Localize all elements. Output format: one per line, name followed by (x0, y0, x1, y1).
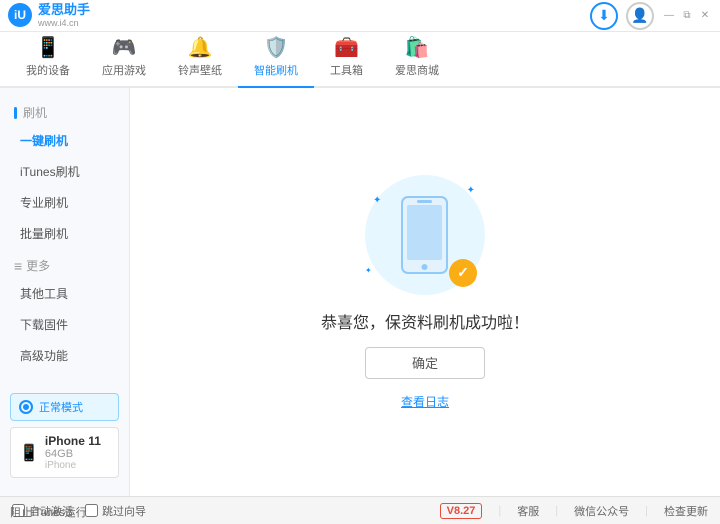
stop-itunes: 阻止iTunes运行 (10, 504, 87, 520)
apps-games-icon: 🎮 (112, 35, 137, 60)
success-graphic: ✓ ✦ ✦ ✦ (365, 175, 485, 295)
nav-item-ringtones[interactable]: 🔔 铃声壁纸 (162, 29, 238, 88)
sidebar: 刷机 一键刷机 iTunes刷机 专业刷机 批量刷机 更多 其他工具 下载固件 … (0, 88, 130, 496)
app-website: www.i4.cn (38, 18, 90, 29)
nav-bar: 📱 我的设备 🎮 应用游戏 🔔 铃声壁纸 🛡️ 智能刷机 🧰 工具箱 🛍️ 爱思… (0, 32, 720, 88)
sidebar-item-download-firmware[interactable]: 下载固件 (0, 309, 129, 340)
sidebar-item-one-click-flash[interactable]: 一键刷机 (0, 125, 129, 156)
smart-flash-label: 智能刷机 (254, 62, 298, 78)
apps-games-label: 应用游戏 (102, 62, 146, 78)
customer-service-link[interactable]: 客服 (517, 503, 539, 519)
bypass-guide-label: 跳过向导 (102, 503, 146, 519)
sidebar-top: 刷机 一键刷机 iTunes刷机 专业刷机 批量刷机 更多 其他工具 下载固件 … (0, 98, 129, 371)
divider-1: | (498, 505, 501, 517)
sparkle-3: ✦ (365, 266, 372, 275)
download-button[interactable]: ⬇ (590, 2, 618, 30)
close-button[interactable]: ✕ (698, 9, 712, 23)
user-button[interactable]: 👤 (626, 2, 654, 30)
smart-flash-icon: 🛡️ (264, 35, 289, 60)
ringtones-icon: 🔔 (188, 35, 213, 60)
toolbox-icon: 🧰 (334, 35, 359, 60)
nav-item-ishop[interactable]: 🛍️ 爱思商城 (379, 29, 455, 88)
sidebar-item-itunes-flash[interactable]: iTunes刷机 (0, 156, 129, 187)
device-name: iPhone 11 (45, 434, 101, 448)
sidebar-item-other-tools[interactable]: 其他工具 (0, 278, 129, 309)
minimize-button[interactable]: — (662, 9, 676, 23)
confirm-button[interactable]: 确定 (365, 347, 485, 379)
main-layout: 刷机 一键刷机 iTunes刷机 专业刷机 批量刷机 更多 其他工具 下载固件 … (0, 88, 720, 496)
bypass-guide-checkbox[interactable]: 跳过向导 (85, 503, 146, 519)
nav-item-my-device[interactable]: 📱 我的设备 (10, 29, 86, 88)
ishop-label: 爱思商城 (395, 62, 439, 78)
maximize-button[interactable]: ⧉ (680, 9, 694, 23)
sidebar-section-flash: 刷机 (0, 98, 129, 125)
device-type: iPhone (45, 460, 101, 471)
sparkle-2: ✦ (373, 195, 381, 206)
success-title: 恭喜您，保资料刷机成功啦！ (321, 309, 529, 333)
log-link[interactable]: 查看日志 (401, 393, 449, 410)
nav-item-toolbox[interactable]: 🧰 工具箱 (314, 29, 379, 88)
divider-3: | (645, 505, 648, 517)
device-storage: 64GB (45, 448, 101, 460)
nav-item-smart-flash[interactable]: 🛡️ 智能刷机 (238, 29, 314, 88)
device-info: 📱 iPhone 11 64GB iPhone (10, 427, 119, 478)
app-name: 爱思助手 (38, 2, 90, 18)
wechat-link[interactable]: 微信公众号 (574, 503, 629, 519)
sidebar-item-pro-flash[interactable]: 专业刷机 (0, 187, 129, 218)
logo-text: 爱思助手 www.i4.cn (38, 2, 90, 28)
divider-2: | (555, 505, 558, 517)
phone-svg (397, 195, 452, 275)
content-area: ✓ ✦ ✦ ✦ 恭喜您，保资料刷机成功啦！ 确定 查看日志 (130, 88, 720, 496)
app-logo-icon: iU (8, 3, 32, 27)
ishop-icon: 🛍️ (405, 35, 430, 60)
device-mode[interactable]: 正常模式 (10, 393, 119, 421)
sparkle-1: ✦ (467, 185, 475, 196)
window-controls: — ⧉ ✕ (662, 9, 712, 23)
sidebar-section-more: 更多 (0, 249, 129, 278)
success-check-icon: ✓ (449, 259, 477, 287)
sidebar-bottom: 正常模式 📱 iPhone 11 64GB iPhone (0, 387, 129, 486)
stop-itunes-label: 阻止iTunes运行 (10, 504, 87, 520)
sidebar-item-batch-flash[interactable]: 批量刷机 (0, 218, 129, 249)
device-mode-icon (19, 400, 33, 414)
success-panel: ✓ ✦ ✦ ✦ 恭喜您，保资料刷机成功啦！ 确定 查看日志 (321, 175, 529, 410)
my-device-label: 我的设备 (26, 62, 70, 78)
my-device-icon: 📱 (36, 35, 61, 60)
version-badge: V8.27 (440, 503, 483, 519)
toolbox-label: 工具箱 (330, 62, 363, 78)
device-mode-label: 正常模式 (39, 399, 83, 415)
title-bar-right: ⬇ 👤 — ⧉ ✕ (590, 2, 712, 30)
status-right: V8.27 | 客服 | 微信公众号 | 检查更新 (440, 503, 708, 519)
ringtones-label: 铃声壁纸 (178, 62, 222, 78)
device-details: iPhone 11 64GB iPhone (45, 434, 101, 471)
device-phone-icon: 📱 (19, 443, 39, 463)
sidebar-item-advanced[interactable]: 高级功能 (0, 340, 129, 371)
logo-area: iU 爱思助手 www.i4.cn (8, 2, 90, 28)
status-left: 自动激活 跳过向导 阻止iTunes运行 (12, 503, 146, 519)
check-update-link[interactable]: 检查更新 (664, 503, 708, 519)
title-bar: iU 爱思助手 www.i4.cn ⬇ 👤 — ⧉ ✕ (0, 0, 720, 32)
nav-item-apps-games[interactable]: 🎮 应用游戏 (86, 29, 162, 88)
status-bar: 自动激活 跳过向导 阻止iTunes运行 V8.27 | 客服 | 微信公众号 … (0, 496, 720, 524)
